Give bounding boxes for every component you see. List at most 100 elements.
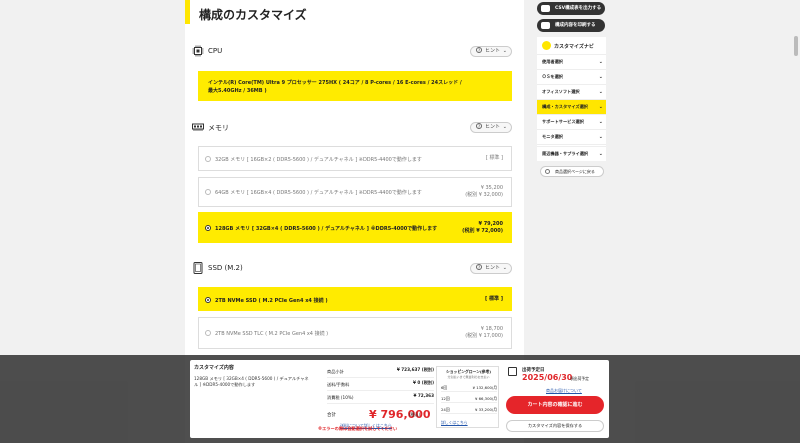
loan-row: 6回 ¥ 132,600/月 — [441, 383, 497, 392]
memory-icon — [192, 123, 204, 131]
hint-label: ヒント — [485, 265, 501, 271]
chevron-down-icon: ⌄ — [502, 265, 507, 271]
navi-item-label: オフィスソフト選択 — [542, 89, 580, 94]
option-label: 2TB NVMe SSD TLC ( M.2 PCIe Gen4 x4 接続 ) — [215, 331, 329, 337]
option-price-block: ¥ 35,200 (税別 ¥ 32,000) — [465, 185, 503, 199]
delivery-info-link[interactable]: 商品お届けについて — [546, 388, 582, 394]
navi-mascot-icon — [542, 41, 551, 50]
navi-item-support[interactable]: サポートサービス選択 ⌄ — [537, 114, 606, 129]
memory-option-32gb[interactable]: 32GB メモリ [ 16GB×2 ( DDR5-5600 ) / デュアルチャ… — [198, 146, 512, 171]
radio-button[interactable] — [205, 189, 211, 195]
ssd-option-2tb-tlc[interactable]: 2TB NVMe SSD TLC ( M.2 PCIe Gen4 x4 接続 )… — [198, 317, 512, 349]
option-tax: (税別 ¥ 72,000) — [462, 228, 503, 234]
total-price: ¥ 796,000 — [369, 408, 431, 421]
navi-item-peripherals[interactable]: 周辺機器・サプライ選択 ⌄ — [537, 146, 606, 161]
section-cpu-header: CPU ? ヒント ⌄ — [192, 45, 512, 59]
loan-amount: ¥ 132,600/月 — [472, 385, 497, 390]
loan-count: 24回 — [441, 407, 450, 412]
loan-amount: ¥ 33,200/月 — [475, 407, 497, 412]
memory-hint-button[interactable]: ? ヒント ⌄ — [470, 122, 512, 133]
navi-item-os[interactable]: ＯＳを選択 ⌄ — [537, 69, 606, 84]
chevron-down-icon: ⌄ — [598, 134, 603, 140]
question-icon: ? — [476, 123, 482, 129]
print-button[interactable]: 構成内容を印刷する — [537, 19, 605, 32]
option-price-block: ¥ 18,700 (税別 ¥ 17,000) — [465, 326, 503, 340]
back-arrow-icon — [545, 169, 550, 174]
navi-item-label: 使用者選択 — [542, 59, 563, 64]
radio-button[interactable] — [205, 225, 211, 231]
option-price: ¥ 35,200 — [480, 185, 503, 191]
option-price-block: ¥ 79,200 (税別 ¥ 72,000) — [462, 221, 503, 235]
print-label: 構成内容を印刷する — [555, 23, 596, 28]
price-value: ¥ 72,363 — [413, 393, 434, 398]
header-accent — [185, 0, 190, 24]
navi-item-monitor[interactable]: モニタ選択 ⌄ — [537, 129, 606, 144]
customize-summary: カスタマイズ内容 128GB メモリ [ 32GB×4 ( DDR5-5600 … — [194, 364, 312, 434]
price-breakdown: 商品小計 ¥ 723,637 (税別) 送料/手数料 ¥ 0 (税別) 消費税 (1… — [327, 366, 434, 432]
navi-item-label: モニタ選択 — [542, 134, 563, 139]
radio-button[interactable] — [205, 156, 211, 162]
cpu-icon — [192, 45, 204, 57]
ship-date-note: 頃出荷予定 — [570, 376, 589, 381]
price-value: ¥ 0 (税別) — [413, 380, 434, 385]
loan-row: 24回 ¥ 33,200/月 — [441, 405, 497, 414]
chevron-down-icon: ⌄ — [502, 48, 507, 54]
loan-count: 12回 — [441, 396, 450, 401]
navi-item-user[interactable]: 使用者選択 ⌄ — [537, 54, 606, 69]
total-note: (税込) — [409, 412, 421, 417]
option-price: ¥ 79,200 — [478, 221, 503, 227]
section-cpu-title: CPU — [208, 47, 223, 55]
page-header: 構成のカスタマイズ — [185, 0, 524, 24]
navi-item-office[interactable]: オフィスソフト選択 ⌄ — [537, 84, 606, 99]
printer-icon — [541, 22, 550, 29]
loan-details-link[interactable]: 詳しくはこちら — [441, 420, 468, 426]
memory-option-64gb[interactable]: 64GB メモリ [ 16GB×4 ( DDR5-5600 ) / デュアルチャ… — [198, 177, 512, 207]
option-label: 64GB メモリ [ 16GB×4 ( DDR5-5600 ) / デュアルチャ… — [215, 190, 422, 196]
chevron-down-icon: ⌄ — [598, 74, 603, 80]
back-to-product-button[interactable]: 商品選択ページに戻る — [540, 166, 604, 177]
customize-navi: カスタマイズナビ 使用者選択 ⌄ ＯＳを選択 ⌄ オフィスソフト選択 ⌄ 構成・カスタ… — [537, 37, 606, 161]
price-label: 消費税 (10%) — [327, 395, 354, 400]
scrollbar-thumb[interactable] — [794, 36, 798, 56]
loan-row: 12回 ¥ 66,300/月 — [441, 394, 497, 403]
ssd-option-2tb[interactable]: 2TB NVMe SSD ( M.2 PCIe Gen4 x4 接続 ) [ 標… — [198, 287, 512, 311]
ship-date: 2025/06/30 — [522, 373, 573, 382]
summary-title: カスタマイズ内容 — [194, 365, 234, 371]
chevron-down-icon: ⌄ — [598, 104, 603, 110]
radio-button[interactable] — [205, 330, 211, 336]
download-icon — [541, 5, 550, 12]
price-label: 商品小計 — [327, 369, 344, 374]
hint-label: ヒント — [485, 124, 501, 130]
navi-item-customize[interactable]: 構成・カスタマイズ選択 ⌄ — [537, 99, 606, 114]
price-value: ¥ 723,637 (税別) — [396, 367, 434, 372]
cpu-hint-button[interactable]: ? ヒント ⌄ — [470, 46, 512, 57]
section-ssd-title: SSD (M.2) — [208, 264, 243, 272]
back-label: 商品選択ページに戻る — [555, 169, 595, 174]
radio-button[interactable] — [205, 297, 211, 303]
chevron-down-icon: ⌄ — [502, 124, 507, 130]
price-label: 送料/手数料 — [327, 382, 350, 387]
option-label: 128GB メモリ [ 32GB×4 ( DDR5-5600 ) / デュアルチ… — [215, 226, 438, 232]
navi-item-label: サポートサービス選択 — [542, 119, 584, 124]
navi-item-label: 周辺機器・サプライ選択 — [542, 151, 589, 156]
save-customization-button[interactable]: カスタマイズ内容を保存する — [506, 420, 604, 432]
loan-amount: ¥ 66,300/月 — [475, 396, 497, 401]
section-memory-title: メモリ — [208, 124, 229, 132]
chevron-down-icon: ⌄ — [598, 59, 603, 65]
option-price: [ 標準 ] — [485, 155, 503, 161]
navi-header: カスタマイズナビ — [537, 37, 606, 54]
price-row-shipping: 送料/手数料 ¥ 0 (税別) — [327, 379, 434, 391]
question-icon: ? — [476, 264, 482, 270]
ssd-hint-button[interactable]: ? ヒント ⌄ — [470, 263, 512, 274]
navi-title: カスタマイズナビ — [554, 44, 594, 50]
option-tax: (税別 ¥ 17,000) — [465, 333, 503, 339]
hint-label: ヒント — [485, 48, 501, 54]
loan-count: 6回 — [441, 385, 448, 390]
ssd-icon — [193, 262, 203, 274]
chevron-down-icon: ⌄ — [598, 89, 603, 95]
navi-item-label: ＯＳを選択 — [542, 74, 563, 79]
error-warning: ※エラーの際は自動選択を試してください — [318, 426, 398, 431]
csv-export-button[interactable]: CSV構成表を出力する — [537, 2, 605, 15]
memory-option-128gb[interactable]: 128GB メモリ [ 32GB×4 ( DDR5-5600 ) / デュアルチ… — [198, 212, 512, 243]
proceed-to-cart-button[interactable]: カート内容の確認に進む — [506, 396, 604, 414]
